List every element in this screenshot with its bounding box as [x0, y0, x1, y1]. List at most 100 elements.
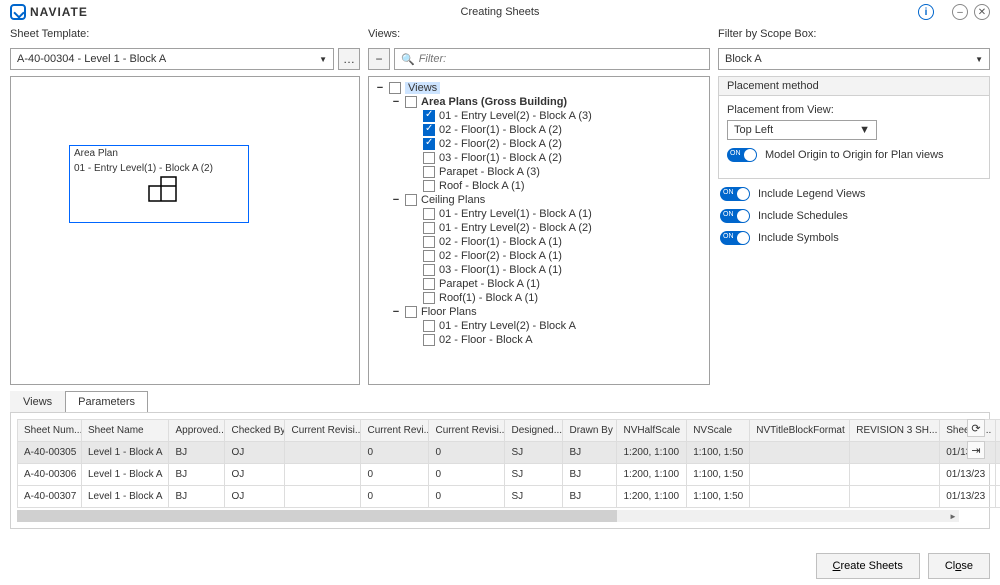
table-cell[interactable]: 1:100, 1:50 [687, 442, 750, 464]
export-button[interactable]: ⇥ [967, 441, 985, 459]
tree-item[interactable]: −Ceiling Plans [373, 193, 705, 207]
table-cell[interactable]: OJ [225, 464, 285, 486]
column-header[interactable]: REVIS [996, 420, 1000, 442]
table-cell[interactable]: SJ [505, 442, 563, 464]
table-cell[interactable] [996, 486, 1000, 508]
tree-item[interactable]: 03 - Floor(1) - Block A (2) [373, 151, 705, 165]
column-header[interactable]: Drawn By [563, 420, 617, 442]
tree-checkbox[interactable] [423, 278, 435, 290]
tree-checkbox[interactable] [405, 306, 417, 318]
column-header[interactable]: NVTitleBlockFormat [750, 420, 850, 442]
table-cell[interactable] [850, 442, 940, 464]
tree-checkbox[interactable] [423, 334, 435, 346]
table-row[interactable]: A-40-00305Level 1 - Block ABJOJ00SJBJ1:2… [18, 442, 1000, 464]
column-header[interactable]: NVHalfScale [617, 420, 687, 442]
table-cell[interactable]: BJ [563, 486, 617, 508]
table-cell[interactable]: 0 [361, 464, 429, 486]
tree-checkbox[interactable] [405, 96, 417, 108]
column-header[interactable]: Sheet Num... [18, 420, 82, 442]
tree-item[interactable]: −Area Plans (Gross Building) [373, 95, 705, 109]
column-header[interactable]: Checked By [225, 420, 285, 442]
scroll-right-icon[interactable]: ► [947, 510, 959, 522]
include-symbols-toggle[interactable] [720, 231, 750, 245]
tree-item[interactable]: 02 - Floor(1) - Block A (2) [373, 123, 705, 137]
table-cell[interactable] [285, 486, 361, 508]
tree-item[interactable]: 01 - Entry Level(2) - Block A (3) [373, 109, 705, 123]
refresh-button[interactable]: ⟳ [967, 419, 985, 437]
tree-toggle-icon[interactable]: − [391, 306, 401, 318]
scope-select[interactable]: Block A ▼ [718, 48, 990, 70]
tree-checkbox[interactable] [423, 110, 435, 122]
table-cell[interactable]: 0 [361, 442, 429, 464]
filter-input[interactable] [419, 53, 703, 65]
column-header[interactable]: Approved... [169, 420, 225, 442]
table-cell[interactable]: A-40-00306 [18, 464, 82, 486]
placement-select[interactable]: Top Left ▼ [727, 120, 877, 140]
table-cell[interactable]: BJ [563, 464, 617, 486]
tree-item[interactable]: Roof - Block A (1) [373, 179, 705, 193]
model-origin-toggle[interactable] [727, 148, 757, 162]
table-cell[interactable]: 1:200, 1:100 [617, 486, 687, 508]
close-icon[interactable]: ✕ [974, 4, 990, 20]
table-cell[interactable]: Level 1 - Block A [82, 464, 169, 486]
table-cell[interactable]: BJ [169, 442, 225, 464]
tree-item[interactable]: Parapet - Block A (3) [373, 165, 705, 179]
column-header[interactable]: Current Revisi... [285, 420, 361, 442]
tree-checkbox[interactable] [423, 138, 435, 150]
tab-parameters[interactable]: Parameters [65, 391, 148, 412]
table-cell[interactable] [850, 486, 940, 508]
table-cell[interactable]: 1:100, 1:50 [687, 464, 750, 486]
include-schedules-toggle[interactable] [720, 209, 750, 223]
tree-checkbox[interactable] [423, 320, 435, 332]
parameters-grid[interactable]: Sheet Num...Sheet NameApproved...Checked… [17, 419, 1000, 508]
collapse-all-button[interactable]: − [368, 48, 390, 70]
table-row[interactable]: A-40-00306Level 1 - Block ABJOJ00SJBJ1:2… [18, 464, 1000, 486]
table-cell[interactable]: Level 1 - Block A [82, 442, 169, 464]
tree-item[interactable]: 01 - Entry Level(2) - Block A [373, 319, 705, 333]
info-icon[interactable]: i [918, 4, 934, 20]
table-cell[interactable]: A-40-00307 [18, 486, 82, 508]
tree-checkbox[interactable] [423, 292, 435, 304]
table-cell[interactable] [750, 442, 850, 464]
views-tree[interactable]: −Views−Area Plans (Gross Building)01 - E… [368, 76, 710, 385]
column-header[interactable]: Current Revi... [361, 420, 429, 442]
tree-item[interactable]: Roof(1) - Block A (1) [373, 291, 705, 305]
table-cell[interactable]: 0 [429, 486, 505, 508]
tree-item[interactable]: 02 - Floor(1) - Block A (1) [373, 235, 705, 249]
tree-checkbox[interactable] [405, 194, 417, 206]
tree-checkbox[interactable] [423, 166, 435, 178]
table-cell[interactable]: 0 [361, 486, 429, 508]
tree-checkbox[interactable] [423, 222, 435, 234]
column-header[interactable]: NVScale [687, 420, 750, 442]
tree-item[interactable]: −Floor Plans [373, 305, 705, 319]
tree-item[interactable]: 02 - Floor(2) - Block A (2) [373, 137, 705, 151]
table-cell[interactable]: 01/13/23 [940, 486, 996, 508]
tree-item[interactable]: 02 - Floor - Block A [373, 333, 705, 347]
table-cell[interactable]: BJ [169, 464, 225, 486]
table-cell[interactable] [996, 442, 1000, 464]
tree-checkbox[interactable] [423, 124, 435, 136]
tree-checkbox[interactable] [423, 208, 435, 220]
table-cell[interactable]: SJ [505, 464, 563, 486]
tree-item[interactable]: Parapet - Block A (1) [373, 277, 705, 291]
template-browse-button[interactable]: … [338, 48, 360, 70]
table-cell[interactable]: BJ [563, 442, 617, 464]
tree-item[interactable]: 01 - Entry Level(2) - Block A (2) [373, 221, 705, 235]
tree-checkbox[interactable] [423, 236, 435, 248]
tree-checkbox[interactable] [423, 152, 435, 164]
tree-item[interactable]: 01 - Entry Level(1) - Block A (1) [373, 207, 705, 221]
tree-checkbox[interactable] [389, 82, 401, 94]
tree-checkbox[interactable] [423, 180, 435, 192]
tree-toggle-icon[interactable]: − [375, 82, 385, 94]
table-cell[interactable] [285, 442, 361, 464]
column-header[interactable]: REVISION 3 SH... [850, 420, 940, 442]
table-row[interactable]: A-40-00307Level 1 - Block ABJOJ00SJBJ1:2… [18, 486, 1000, 508]
grid-hscroll[interactable]: ◄ ► [17, 510, 959, 522]
table-cell[interactable]: 1:200, 1:100 [617, 464, 687, 486]
table-cell[interactable] [996, 464, 1000, 486]
column-header[interactable]: Sheet Name [82, 420, 169, 442]
table-cell[interactable] [850, 464, 940, 486]
table-cell[interactable]: OJ [225, 442, 285, 464]
table-cell[interactable] [750, 486, 850, 508]
table-cell[interactable]: 1:100, 1:50 [687, 486, 750, 508]
